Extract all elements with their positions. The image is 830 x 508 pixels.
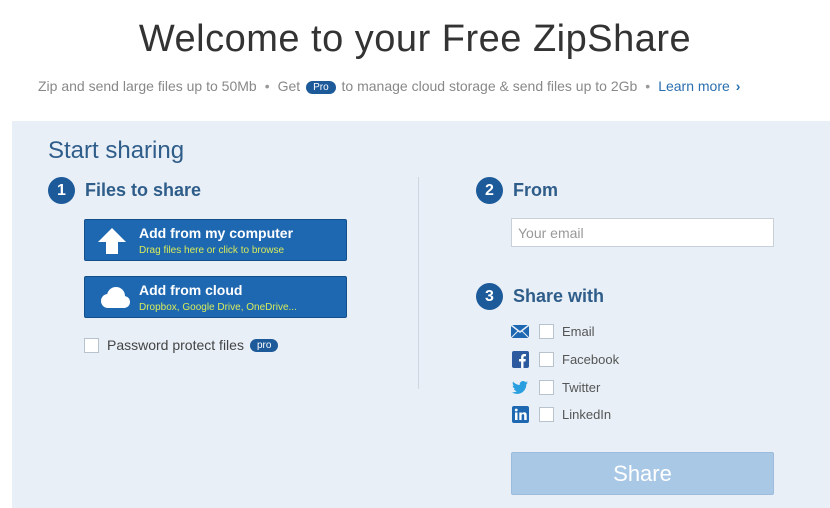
column-divider	[418, 177, 419, 389]
add-from-cloud-button[interactable]: Add from cloud Dropbox, Google Drive, On…	[84, 276, 347, 318]
step-label: Share with	[513, 286, 605, 306]
subtitle: Zip and send large files up to 50Mb • Get …	[38, 78, 740, 94]
add-from-computer-label: Add from my computer	[139, 225, 294, 241]
linkedin-icon	[511, 405, 529, 423]
share-option-twitter: Twitter	[511, 378, 600, 396]
share-linkedin-checkbox[interactable]	[539, 406, 554, 422]
step-label: Files to share	[85, 180, 202, 200]
share-option-label: Email	[562, 323, 595, 339]
step-share-with: 3 Share with	[476, 283, 604, 310]
share-panel: Start sharing 1 Files to share Add from …	[12, 121, 830, 508]
share-option-facebook: Facebook	[511, 350, 619, 368]
share-twitter-checkbox[interactable]	[539, 379, 554, 395]
step-from: 2 From	[476, 177, 558, 204]
step-number: 1	[48, 177, 75, 204]
cloud-icon	[97, 283, 130, 313]
share-option-email: Email	[511, 322, 595, 340]
separator-dot: •	[264, 78, 270, 94]
step-files: 1 Files to share	[48, 177, 201, 204]
email-field[interactable]	[511, 218, 774, 247]
share-email-checkbox[interactable]	[539, 323, 554, 339]
chevron-right-icon: ›	[735, 78, 741, 94]
page-title: Welcome to your Free ZipShare	[138, 18, 692, 60]
share-option-label: Facebook	[562, 351, 620, 367]
password-protect-row: Password protect files pro	[84, 337, 280, 353]
add-from-computer-button[interactable]: Add from my computer Drag files here or …	[84, 219, 347, 261]
share-option-label: Twitter	[562, 379, 601, 395]
step-label: From	[513, 180, 558, 200]
subtitle-get: Get	[277, 78, 301, 94]
pro-badge: pro	[249, 338, 279, 352]
password-protect-label: Password protect files	[107, 337, 244, 353]
share-option-linkedin: LinkedIn	[511, 405, 611, 423]
facebook-icon	[511, 350, 529, 368]
pro-badge: Pro	[306, 81, 336, 94]
twitter-icon	[511, 378, 529, 396]
step-number: 3	[476, 283, 503, 310]
learn-more-link[interactable]: Learn more ›	[658, 78, 740, 94]
add-from-computer-sub: Drag files here or click to browse	[139, 245, 285, 256]
share-option-label: LinkedIn	[562, 406, 612, 422]
upload-arrow-icon	[97, 226, 127, 256]
learn-more-label: Learn more	[658, 78, 730, 94]
add-from-cloud-sub: Dropbox, Google Drive, OneDrive...	[139, 302, 297, 313]
subtitle-free-limit: Zip and send large files up to 50Mb	[38, 78, 257, 94]
add-from-cloud-label: Add from cloud	[139, 282, 243, 298]
step-number: 2	[476, 177, 503, 204]
section-title: Start sharing	[48, 137, 185, 164]
share-facebook-checkbox[interactable]	[539, 351, 554, 367]
password-protect-checkbox[interactable]	[84, 337, 99, 353]
subtitle-pro-limit: to manage cloud storage & send files up …	[341, 78, 638, 94]
envelope-icon	[511, 322, 529, 340]
share-button[interactable]: Share	[511, 452, 774, 495]
separator-dot: •	[645, 78, 651, 94]
